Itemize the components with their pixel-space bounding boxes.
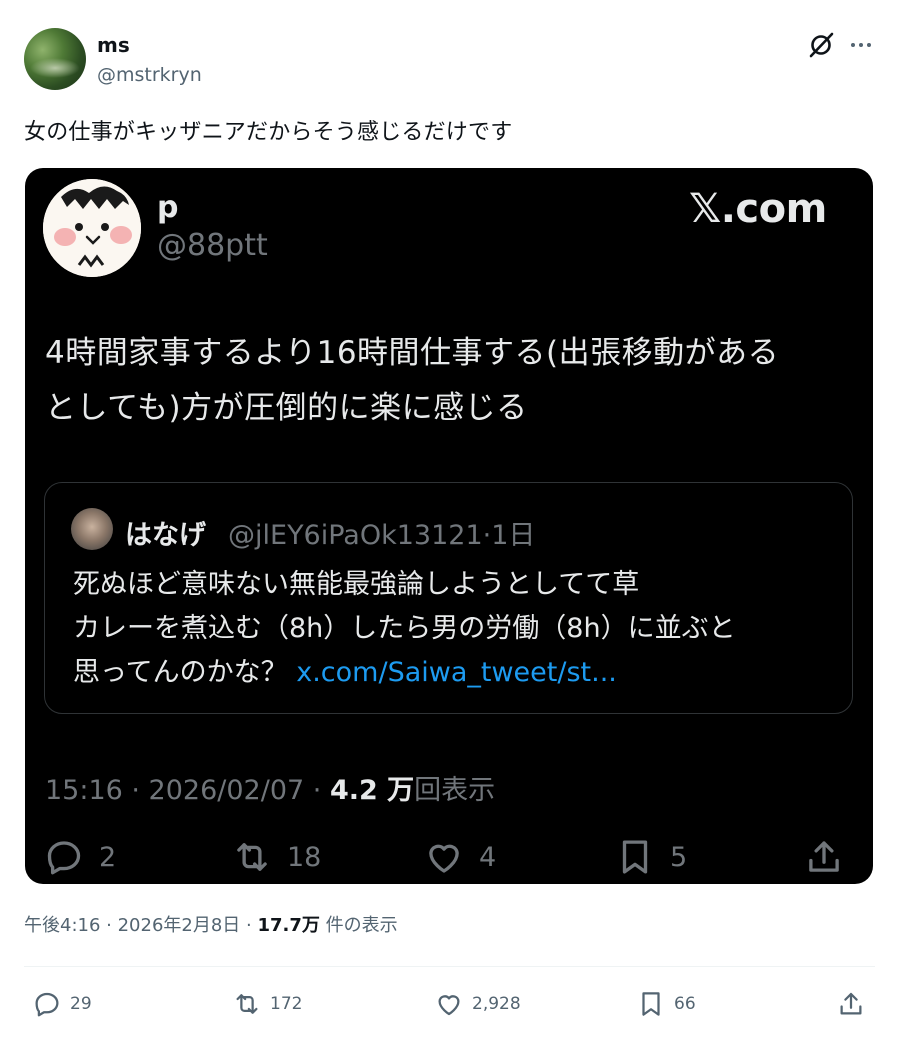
- embedded-share: [803, 832, 859, 882]
- repost-count: 172: [270, 994, 303, 1014]
- xcom-logo: 𝕏.com: [689, 186, 827, 232]
- author-avatar[interactable]: [24, 28, 86, 90]
- embedded-bookmark-count: 5: [670, 841, 688, 873]
- embedded-text-line: としても)方が圧倒的に楽に感じる: [45, 390, 528, 426]
- embedded-like: 4: [423, 832, 496, 882]
- embedded-avatar: [43, 179, 141, 277]
- reply-count: 29: [70, 994, 92, 1014]
- tweet-header: ms @mstrkryn: [24, 28, 879, 92]
- embedded-like-count: 4: [479, 841, 497, 873]
- author-name[interactable]: ms: [97, 33, 130, 57]
- quoted-post: はなげ @jlEY6iPaOk13121·1日 死ぬほど意味ない無能最強論しよう…: [44, 482, 853, 714]
- embedded-meta-views: 4.2 万: [329, 775, 415, 806]
- reply-button[interactable]: 29: [32, 984, 92, 1024]
- embedded-repost: 18: [231, 832, 321, 882]
- repost-icon: [237, 843, 267, 871]
- reply-icon: [47, 841, 81, 875]
- quoted-text: 死ぬほど意味ない無能最強論しようとしてて草 カレーを煮込む（8h）したら男の労働…: [73, 563, 843, 695]
- quoted-handle-time: @jlEY6iPaOk13121·1日: [228, 520, 536, 551]
- more-icon[interactable]: [846, 30, 876, 60]
- like-icon: [438, 995, 460, 1016]
- grok-icon[interactable]: [806, 30, 836, 60]
- bookmark-button[interactable]: 66: [636, 984, 696, 1024]
- share-icon: [840, 992, 862, 1015]
- quoted-name: はなげ: [125, 520, 206, 551]
- quoted-text-line: 思ってんのかな？ x.com/Saiwa_tweet/st...: [73, 651, 843, 695]
- embedded-name: p: [157, 190, 179, 225]
- quoted-text-line: カレーを煮込む（8h）したら男の労働（8h）に並ぶと: [73, 613, 736, 644]
- embedded-meta-time: 15:16 · 2026/02/07 ·: [45, 775, 330, 806]
- repost-icon: [236, 994, 258, 1014]
- embedded-handle: @88ptt: [157, 228, 268, 263]
- embedded-repost-count: 18: [287, 841, 322, 873]
- like-icon: [429, 844, 459, 873]
- reply-icon: [35, 992, 59, 1017]
- view-count: 17.7万: [257, 915, 320, 936]
- embedded-post-image[interactable]: p @88ptt 𝕏.com 4時間家事するより16時間仕事する(出張移動がある…: [25, 168, 873, 884]
- author-handle[interactable]: @mstrkryn: [97, 64, 202, 86]
- divider: [24, 966, 875, 967]
- action-bar: 29 172 2,928 66: [0, 984, 903, 1024]
- embedded-avatar-art: [43, 179, 141, 277]
- embedded-meta-suffix: 回表示: [414, 775, 496, 806]
- embedded-actions: 2 18 4 5: [25, 832, 873, 882]
- quoted-text-line3: 思ってんのかな？: [73, 657, 288, 688]
- tweet-meta: 午後4:16 · 2026年2月8日 · 17.7万 件の表示: [24, 911, 398, 937]
- embedded-meta: 15:16 · 2026/02/07 · 4.2 万回表示: [45, 768, 495, 807]
- tweet-timestamp[interactable]: 午後4:16 · 2026年2月8日 ·: [24, 915, 257, 936]
- embedded-text-line: 4時間家事するより16時間仕事する(出張移動がある: [45, 335, 780, 371]
- bookmark-icon: [642, 992, 660, 1016]
- tweet-text: 女の仕事がキッザニアだからそう感じるだけです: [24, 120, 513, 145]
- bookmark-count: 66: [674, 994, 696, 1014]
- embedded-reply-count: 2: [99, 841, 117, 873]
- like-button[interactable]: 2,928: [434, 984, 521, 1024]
- share-button[interactable]: [836, 984, 874, 1024]
- like-count: 2,928: [472, 994, 521, 1014]
- embedded-reply: 2: [43, 832, 116, 882]
- bookmark-icon: [622, 840, 648, 874]
- quoted-text-line: 死ぬほど意味ない無能最強論しようとしてて草: [73, 569, 640, 600]
- embedded-text: 4時間家事するより16時間仕事する(出張移動がある としても)方が圧倒的に楽に感…: [45, 326, 845, 436]
- repost-button[interactable]: 172: [232, 984, 302, 1024]
- share-icon: [809, 841, 839, 872]
- quoted-avatar: [71, 508, 113, 550]
- view-label: 件の表示: [319, 915, 398, 936]
- quoted-link: x.com/Saiwa_tweet/st...: [296, 657, 617, 688]
- embedded-bookmark: 5: [614, 832, 687, 882]
